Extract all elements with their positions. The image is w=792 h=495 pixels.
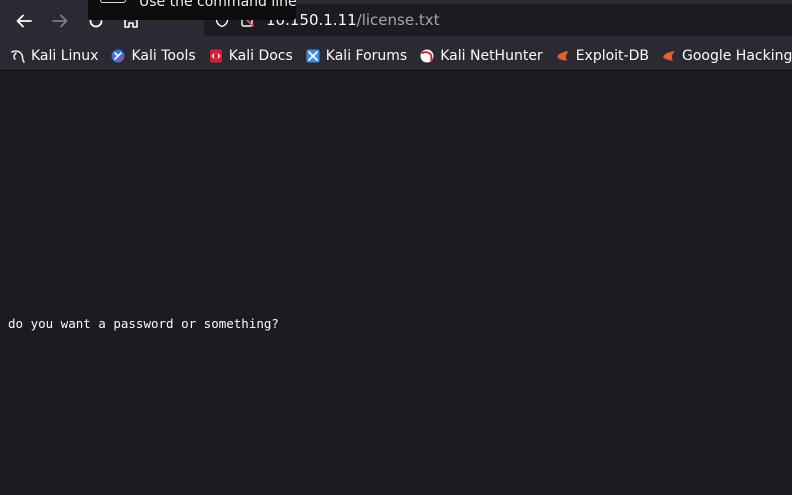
kali-tools-icon: [110, 48, 126, 64]
arrow-right-icon: [52, 14, 68, 28]
bookmark-kali-nethunter[interactable]: Kali NetHunter: [419, 46, 543, 66]
bookmark-kali-docs[interactable]: Kali Docs: [208, 46, 293, 66]
url-path: /license.txt: [356, 11, 440, 29]
bookmark-label: Google Hacking DB: [681, 48, 792, 64]
bookmark-kali-linux[interactable]: Kali Linux: [10, 46, 98, 66]
bookmark-label: Kali Docs: [228, 48, 293, 64]
kali-docs-icon: [208, 48, 224, 64]
bookmark-label: Kali Forums: [325, 48, 408, 64]
back-button[interactable]: [9, 6, 39, 36]
bookmark-kali-forums[interactable]: Kali Forums: [305, 46, 407, 66]
tooltip: Use the command line: [88, 0, 297, 20]
bookmark-label: Kali Tools: [131, 48, 196, 64]
forward-button[interactable]: [45, 6, 75, 36]
page-content: do you want a password or something?: [0, 71, 792, 495]
arrow-left-icon: [16, 14, 32, 28]
bookmark-label: Kali NetHunter: [440, 48, 543, 64]
terminal-icon: [100, 0, 126, 3]
bookmarks-toolbar: Kali Linux Kali Tools Kali Docs Kali For…: [0, 42, 792, 71]
kali-nethunter-icon: [419, 48, 435, 64]
bookmark-label: Kali Linux: [31, 48, 99, 64]
kali-forums-icon: [305, 48, 321, 64]
bookmark-label: Exploit-DB: [575, 48, 649, 64]
kali-dragon-icon: [10, 48, 26, 64]
exploit-db-icon: [555, 48, 571, 64]
bookmark-kali-tools[interactable]: Kali Tools: [110, 46, 196, 66]
bookmark-google-hacking-db[interactable]: Google Hacking DB: [661, 46, 792, 66]
license-text: do you want a password or something?: [8, 316, 279, 331]
tooltip-text: Use the command line: [139, 0, 297, 10]
bookmark-exploit-db[interactable]: Exploit-DB: [555, 46, 649, 66]
google-hacking-db-icon: [661, 48, 677, 64]
browser-toolbar: 10.150.1.11/license.txt Use the command …: [0, 0, 792, 42]
